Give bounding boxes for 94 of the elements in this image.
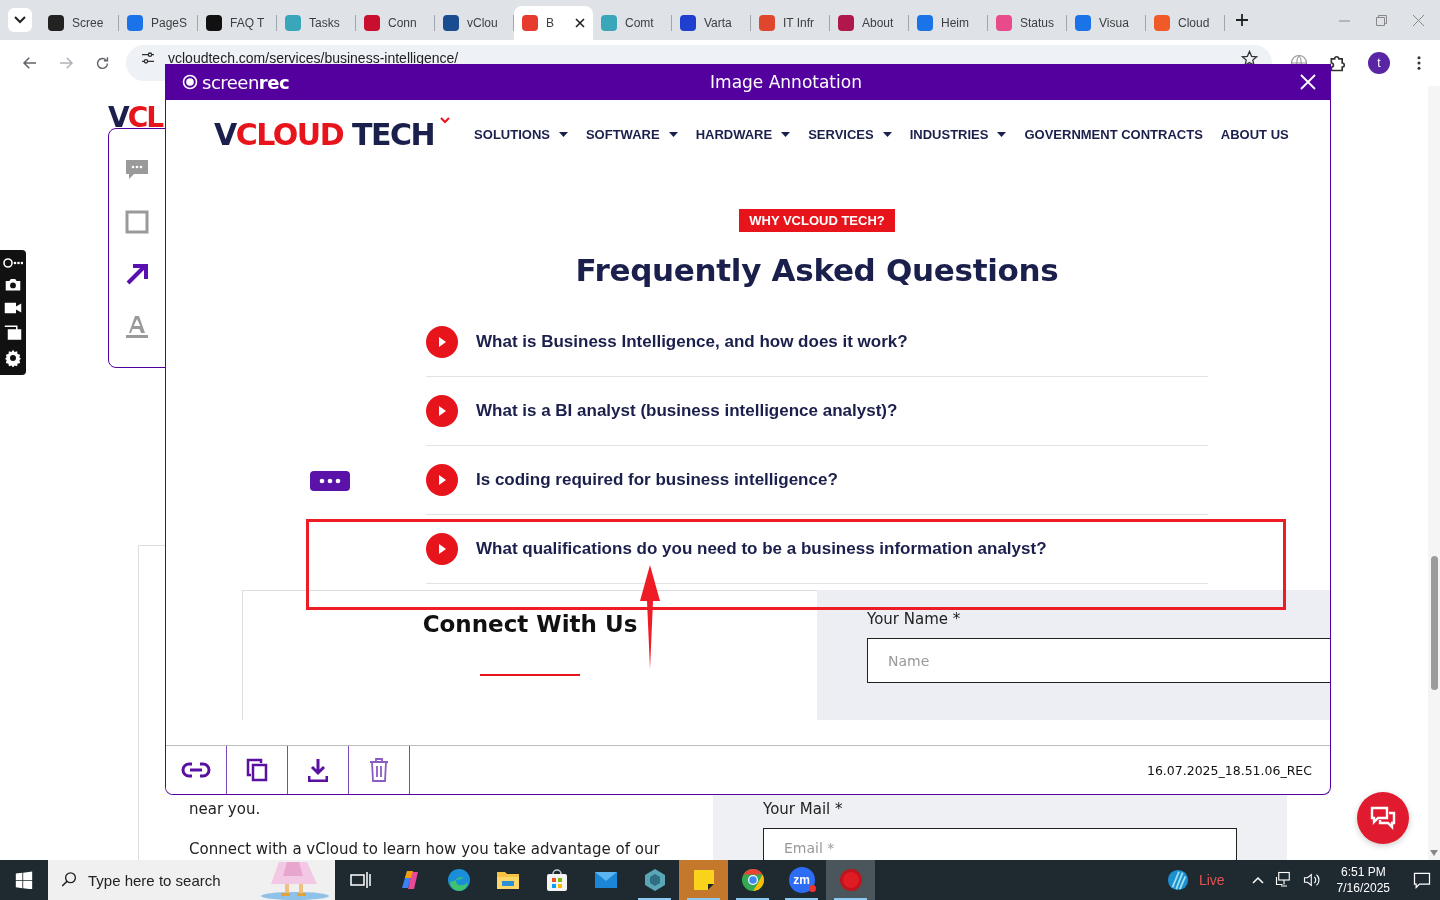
windows-start-icon[interactable] [15, 871, 33, 889]
new-tab-icon[interactable] [1235, 13, 1249, 27]
comment-icon [125, 159, 149, 181]
browser-tab[interactable]: Varta [672, 6, 751, 40]
text-tool-icon [124, 313, 150, 339]
trash-icon [369, 758, 389, 782]
hexagon-icon [642, 868, 667, 892]
zoom-icon: zm [788, 867, 815, 893]
body-text: near you. [189, 800, 262, 818]
name-field[interactable]: Name [867, 638, 1330, 683]
section-heading: Connect With Us [422, 611, 638, 637]
nav-menu-item[interactable]: SOFTWARE [585, 126, 678, 142]
windows-icon[interactable] [4, 324, 22, 341]
highlight-rectangle[interactable] [306, 519, 1286, 610]
square-icon [125, 210, 149, 234]
browser-tab[interactable]: Conn [356, 6, 435, 40]
chrome-icon [740, 868, 765, 892]
browser-tab[interactable]: Cloud [1146, 6, 1225, 40]
taskbar-search-field[interactable]: Type here to search [48, 860, 335, 900]
record-icon [838, 868, 863, 892]
faq-item[interactable]: What qualifications do you need to be a business information analyst? [426, 515, 1208, 584]
browser-tab[interactable]: Scree [40, 6, 119, 40]
nav-menu-item[interactable]: GOVERNMENT CONTRACTS [1024, 126, 1203, 142]
play-icon [426, 395, 458, 427]
clock[interactable]: 6:51 PM 7/16/2025 [1336, 864, 1390, 896]
store-bag-icon [544, 868, 569, 892]
play-icon [426, 464, 458, 496]
task-view-icon [349, 870, 372, 890]
restore-icon[interactable] [1376, 14, 1387, 26]
browser-tab[interactable]: Status [988, 6, 1067, 40]
link-icon [181, 761, 211, 779]
chat-icon [1370, 806, 1396, 830]
weather-icon[interactable] [1166, 869, 1189, 891]
body-text: Connect with a vCloud to learn how you take advantage of our [189, 840, 661, 858]
browser-tab[interactable]: B [514, 6, 593, 40]
extensions-icon[interactable] [1328, 53, 1348, 73]
more-options-button[interactable] [310, 471, 350, 491]
volume-icon[interactable] [1302, 871, 1321, 889]
browser-tab[interactable]: Comt [593, 6, 672, 40]
nav-menu-item[interactable]: SOLUTIONS [474, 126, 568, 142]
download-icon [308, 758, 328, 782]
edge-icon [446, 868, 471, 892]
copy-icon [246, 758, 268, 782]
nav-menu-item[interactable]: ABOUT US [1220, 126, 1289, 142]
faq-item[interactable]: What is a BI analyst (business intelligence analyst)? [426, 377, 1208, 446]
browser-tab[interactable]: IT Infr [751, 6, 830, 40]
back-icon[interactable] [21, 54, 39, 72]
close-icon [1300, 74, 1316, 90]
chevron-down-icon [14, 16, 26, 24]
browser-tab[interactable]: Tasks [277, 6, 356, 40]
scroll-down-icon[interactable] [1430, 850, 1438, 856]
browser-tab[interactable]: About [830, 6, 909, 40]
settings-icon[interactable] [4, 348, 22, 367]
nav-menu-item[interactable]: HARDWARE [695, 126, 791, 142]
play-icon [426, 533, 458, 565]
notifications-icon[interactable] [1412, 870, 1432, 890]
bookmark-star-icon[interactable] [1241, 50, 1258, 67]
settings-dots-icon[interactable] [3, 258, 23, 269]
chat-button[interactable] [1357, 792, 1409, 844]
play-icon [426, 326, 458, 358]
nav-menu-item[interactable]: SERVICES [808, 126, 892, 142]
section-tag: WHY VCLOUD TECH? [739, 209, 895, 232]
arrow-icon [125, 262, 149, 286]
camera-icon[interactable] [4, 276, 22, 293]
profile-avatar[interactable]: t [1368, 52, 1390, 74]
site-logo[interactable]: VCLOUD TECH [214, 116, 451, 152]
site-settings-icon[interactable] [140, 50, 156, 66]
nav-menu-item[interactable]: INDUSTRIES [909, 126, 1007, 142]
section-heading: Frequently Asked Questions [575, 252, 1059, 288]
field-label: Your Mail * [763, 800, 844, 818]
link-button[interactable] [166, 746, 227, 794]
scroll-thumb[interactable] [1431, 556, 1438, 690]
chevron-up-icon[interactable] [1250, 874, 1265, 886]
file-name: 16.07.2025_18.51.06_REC [1146, 762, 1313, 778]
faq-item[interactable]: Is coding required for business intelligence? [426, 446, 1208, 515]
field-label: Your Name * [867, 610, 962, 628]
folder-icon [495, 869, 520, 891]
mail-icon [593, 870, 618, 890]
browser-tab[interactable]: Heim [909, 6, 988, 40]
scrollbar[interactable] [1428, 86, 1440, 860]
close-icon[interactable] [575, 18, 585, 28]
news-status[interactable]: Live [1198, 872, 1225, 888]
network-icon[interactable] [1274, 871, 1293, 889]
search-icon [60, 871, 78, 889]
email-field[interactable]: Email * [763, 828, 1237, 860]
sticky-note-icon [691, 868, 716, 892]
tab-search-button[interactable] [8, 8, 32, 32]
browser-tab[interactable]: vClou [435, 6, 514, 40]
more-dots-icon [319, 478, 341, 484]
browser-tab[interactable]: Visua [1067, 6, 1146, 40]
browser-tab[interactable]: PageS [119, 6, 198, 40]
browser-tab[interactable]: FAQ T [198, 6, 277, 40]
taskbar-app-button[interactable]: zm [777, 860, 826, 900]
faq-item[interactable]: What is Business Intelligence, and how does it work? [426, 308, 1208, 377]
